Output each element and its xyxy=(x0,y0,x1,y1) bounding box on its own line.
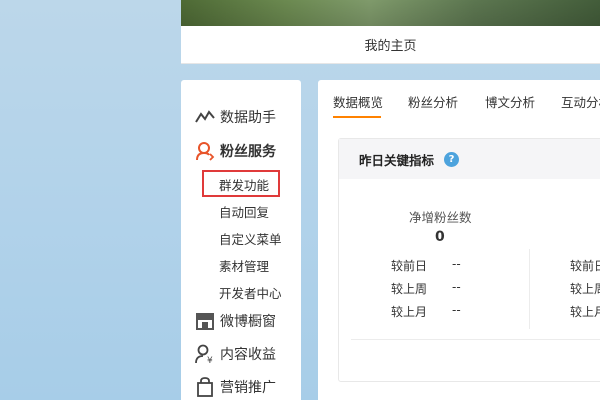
compare-label: 较上周 xyxy=(391,282,428,296)
sidebar-item-label: 粉丝服务 xyxy=(220,144,276,160)
shop-window-icon xyxy=(195,311,215,331)
compare-value: -- xyxy=(452,303,461,317)
sub-item-mass-send[interactable]: 群发功能 xyxy=(219,175,269,194)
sidebar-item-marketing[interactable]: 营销推广 xyxy=(195,377,276,397)
compare-label-right: 较上月 xyxy=(570,305,600,319)
question-icon[interactable]: ? xyxy=(444,151,460,167)
sidebar-item-fans-service[interactable]: 粉丝服务 xyxy=(195,141,276,161)
sidebar-item-label: 内容收益 xyxy=(220,347,276,363)
svg-text:¥: ¥ xyxy=(207,356,213,364)
marketing-bag-icon xyxy=(195,377,215,397)
cover-banner xyxy=(181,0,600,26)
compare-label-right: 较上周 xyxy=(570,282,600,296)
sub-item-developer[interactable]: 开发者中心 xyxy=(219,283,282,302)
content-income-icon: ¥ xyxy=(195,344,215,364)
compare-value: -- xyxy=(452,280,461,294)
home-label: 我的主页 xyxy=(364,39,417,54)
compare-label-right: 较前日 xyxy=(570,259,600,273)
tab-fans-analysis[interactable]: 粉丝分析 xyxy=(408,92,458,111)
line-chart-icon xyxy=(195,107,215,127)
main-content: 数据概览 粉丝分析 博文分析 互动分析 昨日关键指标 ? 净增粉丝数 0 较前日… xyxy=(318,80,600,400)
sidebar-item-content-income[interactable]: ¥ 内容收益 xyxy=(195,344,276,364)
fans-service-icon xyxy=(195,141,215,161)
compare-value: -- xyxy=(452,257,461,271)
compare-label: 较上月 xyxy=(391,305,428,319)
metric-value: 0 xyxy=(435,229,445,245)
home-link[interactable]: 我的主页 xyxy=(181,26,600,64)
tab-active-indicator xyxy=(333,116,381,118)
panel-header: 昨日关键指标 ? xyxy=(339,139,600,179)
sub-item-auto-reply[interactable]: 自动回复 xyxy=(219,202,269,221)
key-metrics-panel: 昨日关键指标 ? 净增粉丝数 0 较前日 -- 较上周 -- 较上月 -- 较前… xyxy=(338,138,600,382)
sidebar-item-shop-window[interactable]: 微博橱窗 xyxy=(195,311,276,331)
sidebar-item-data-assistant[interactable]: 数据助手 xyxy=(195,107,276,127)
column-divider xyxy=(529,249,530,329)
sidebar: 数据助手 粉丝服务 群发功能 自动回复 自定义菜单 素材管理 开发者中心 微博橱… xyxy=(181,80,301,400)
panel-bottom-divider xyxy=(351,339,600,340)
compare-label: 较前日 xyxy=(391,259,428,273)
tab-interaction-analysis[interactable]: 互动分析 xyxy=(561,92,600,111)
sub-item-material[interactable]: 素材管理 xyxy=(219,256,269,275)
sidebar-item-label: 数据助手 xyxy=(220,110,276,126)
sidebar-item-label: 营销推广 xyxy=(220,380,276,396)
sub-item-custom-menu[interactable]: 自定义菜单 xyxy=(219,229,282,248)
sidebar-item-label: 微博橱窗 xyxy=(220,314,276,330)
tab-data-overview[interactable]: 数据概览 xyxy=(333,92,383,111)
metric-title: 净增粉丝数 xyxy=(409,210,472,225)
tab-post-analysis[interactable]: 博文分析 xyxy=(485,92,535,111)
panel-title: 昨日关键指标 xyxy=(359,152,435,168)
